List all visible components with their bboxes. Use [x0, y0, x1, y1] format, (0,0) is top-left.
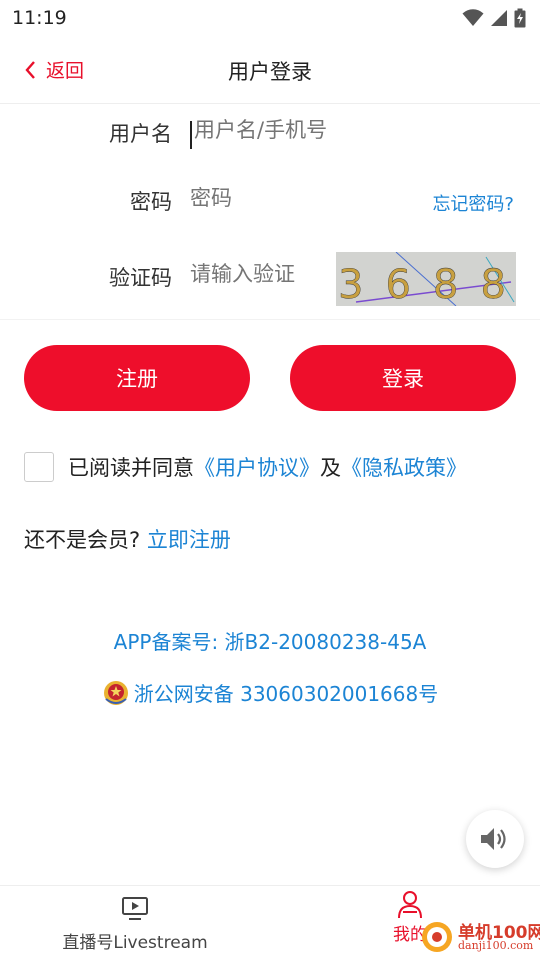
police-badge-icon — [103, 680, 128, 705]
username-input[interactable] — [194, 118, 494, 142]
police-record-text: 浙公网安备 33060302001668号 — [133, 682, 439, 706]
agreement-row: 已阅读并同意 《用户协议》 及 《隐私政策》 — [24, 452, 467, 482]
watermark-url: danji100.com — [458, 939, 534, 952]
user-agreement-link[interactable]: 《用户协议》 — [194, 452, 320, 482]
status-bar: 11:19 — [0, 0, 540, 36]
captcha-row: 验证码 3688 — [0, 252, 540, 320]
watermark-logo-icon — [422, 922, 452, 952]
tv-play-icon — [122, 897, 148, 920]
site-watermark: 单机100网 danji100.com — [420, 916, 540, 960]
privacy-policy-link[interactable]: 《隐私政策》 — [341, 452, 467, 482]
agreement-prefix: 已阅读并同意 — [68, 456, 194, 480]
forgot-password-link[interactable]: 忘记密码? — [432, 190, 514, 216]
tab-livestream-label: 直播号Livestream — [62, 933, 208, 953]
icp-record: APP备案号: 浙B2-20080238-45A — [113, 630, 427, 654]
captcha-image[interactable]: 3688 — [336, 252, 516, 306]
tab-livestream[interactable]: 直播号Livestream — [30, 896, 240, 953]
speaker-button[interactable] — [466, 810, 524, 868]
status-icons — [462, 8, 526, 28]
signal-icon — [491, 10, 507, 26]
nav-header: 返回 用户登录 — [0, 36, 540, 104]
password-label: 密码 — [130, 190, 172, 214]
member-prompt: 还不是会员? 立即注册 — [24, 524, 231, 554]
page-title: 用户登录 — [228, 60, 312, 84]
captcha-input[interactable] — [190, 262, 325, 286]
username-label: 用户名 — [109, 122, 172, 146]
agreement-checkbox[interactable] — [24, 452, 54, 482]
register-now-link[interactable]: 立即注册 — [147, 528, 231, 552]
register-button[interactable]: 注册 — [24, 345, 250, 411]
status-time: 11:19 — [12, 7, 67, 29]
login-button[interactable]: 登录 — [290, 345, 516, 411]
speaker-icon — [481, 828, 506, 850]
member-question: 还不是会员? — [24, 528, 141, 552]
police-record: 浙公网安备 33060302001668号 — [0, 678, 540, 707]
password-input[interactable] — [190, 186, 390, 210]
wifi-icon — [462, 9, 484, 26]
battery-icon — [514, 8, 526, 28]
captcha-label: 验证码 — [109, 266, 172, 290]
agreement-and: 及 — [320, 456, 341, 480]
text-caret — [190, 121, 192, 149]
